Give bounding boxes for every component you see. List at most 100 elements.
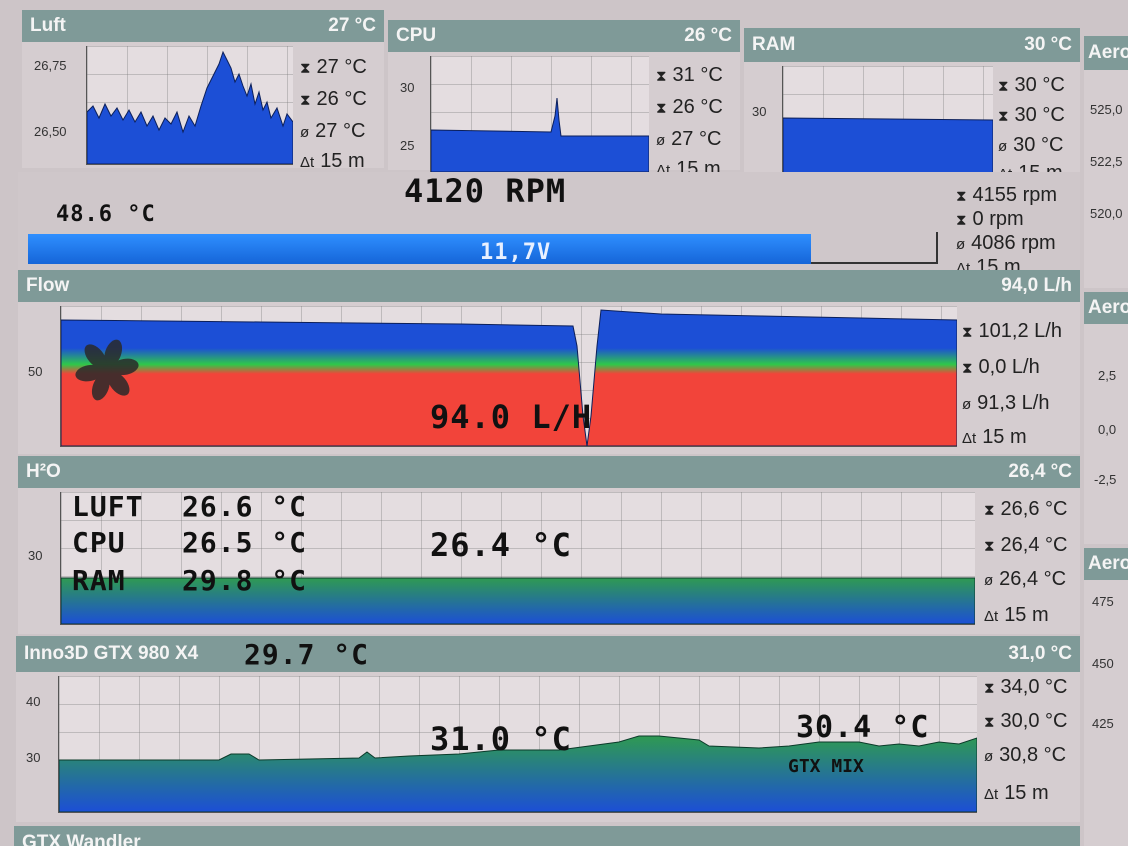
delta-time-icon: Δt [962, 430, 977, 447]
fan-rpm: 4120 RPM [404, 172, 567, 210]
luft-graph-area [87, 50, 293, 164]
cpu-tick-1: 25 [400, 138, 415, 153]
h2o-row-2-label: RAM [72, 564, 126, 597]
max-arrow-icon: ⧗ [984, 502, 995, 519]
fan-voltage-bar [28, 234, 811, 264]
ram-tick-0: 30 [752, 104, 767, 119]
cpu-stat-max: ⧗ 31 °C [656, 64, 723, 87]
ram-value: 30 °C [1024, 34, 1072, 55]
luft-value: 27 °C [328, 15, 376, 36]
fan-stat-min: ⧗ 0 rpm [956, 208, 1024, 231]
average-icon: ø [956, 236, 966, 253]
min-arrow-icon: ⧗ [656, 100, 667, 117]
ram-header: RAM 30 °C [744, 28, 1080, 62]
max-arrow-icon: ⧗ [956, 188, 967, 205]
flow-max: 101,2 L/h [978, 320, 1062, 342]
min-arrow-icon: ⧗ [984, 714, 995, 731]
luft-tick-1: 26,50 [34, 124, 67, 139]
luft-title: Luft [30, 15, 66, 36]
gpu-title-reading: 29.7 °C [244, 637, 370, 671]
luft-avg: 27 °C [315, 120, 366, 142]
aero3-tick-2: 425 [1092, 716, 1114, 731]
min-arrow-icon: ⧗ [300, 92, 311, 109]
luft-dt: 15 m [320, 150, 365, 172]
fan-stat-avg: ø 4086 rpm [956, 232, 1056, 255]
gpu-title: Inno3D GTX 980 X4 [24, 643, 199, 664]
flow-big-readout: 94.0 L/H [430, 398, 593, 436]
h2o-row-2: RAM 29.8 °C [72, 564, 307, 597]
ram-stat-max: ⧗ 30 °C [998, 74, 1065, 97]
flow-dt: 15 m [982, 426, 1027, 448]
flow-avg: 91,3 L/h [977, 392, 1050, 414]
aero3-panel [1084, 580, 1128, 846]
flow-stat-dt: Δt 15 m [962, 426, 1027, 449]
ram-max: 30 °C [1014, 74, 1065, 96]
h2o-row-0-label: LUFT [72, 490, 144, 523]
gpu-avg: 30,8 °C [999, 744, 1067, 766]
h2o-tick: 30 [28, 548, 43, 563]
fan-stat-max: ⧗ 4155 rpm [956, 184, 1057, 207]
max-arrow-icon: ⧗ [656, 68, 667, 85]
aero1-tick-2: 520,0 [1090, 206, 1123, 221]
delta-time-icon: Δt [300, 154, 315, 171]
h2o-row-1-label: CPU [72, 526, 126, 559]
ram-graph-area [783, 117, 993, 178]
gpu-mix-label: GTX MIX [788, 756, 864, 777]
max-arrow-icon: ⧗ [984, 680, 995, 697]
cpu-value: 26 °C [684, 25, 732, 46]
h2o-row-2-value: 29.8 °C [182, 564, 308, 597]
fan-voltage: 11,7V [480, 240, 552, 265]
h2o-title: H²O [26, 461, 61, 482]
h2o-max: 26,6 °C [1000, 498, 1068, 520]
min-arrow-icon: ⧗ [998, 108, 1009, 125]
gtx-wandler-title: GTX Wandler [22, 832, 141, 846]
h2o-min: 26,4 °C [1000, 534, 1068, 556]
aero1-tick-1: 522,5 [1090, 154, 1123, 169]
h2o-row-0: LUFT 26.6 °C [72, 490, 307, 523]
gpu-value: 31,0 °C [1008, 643, 1072, 664]
luft-stat-max: ⧗ 27 °C [300, 56, 367, 79]
gpu-stat-min: ⧗ 30,0 °C [984, 710, 1067, 733]
ram-avg: 30 °C [1013, 134, 1064, 156]
luft-min: 26 °C [316, 88, 367, 110]
h2o-dt: 15 m [1004, 604, 1049, 626]
average-icon: ø [300, 124, 310, 141]
gpu-stat-avg: ø 30,8 °C [984, 744, 1066, 767]
aero2-tick-2: -2,5 [1094, 472, 1117, 487]
luft-stat-min: ⧗ 26 °C [300, 88, 367, 111]
aero2-title: Aero [1088, 297, 1128, 318]
cpu-header: CPU 26 °C [388, 20, 740, 52]
aero2-tick-0: 2,5 [1098, 368, 1117, 383]
luft-stat-avg: ø 27 °C [300, 120, 365, 143]
gpu-tick-0: 40 [26, 694, 41, 709]
luft-stat-dt: Δt 15 m [300, 150, 365, 173]
luft-header: Luft 27 °C [22, 10, 384, 42]
cpu-title: CPU [396, 25, 437, 46]
min-arrow-icon: ⧗ [984, 538, 995, 555]
gpu-max: 34,0 °C [1000, 676, 1068, 698]
average-icon: ø [998, 138, 1008, 155]
aero1-tick-0: 525,0 [1090, 102, 1123, 117]
aero1-header: Aero [1084, 36, 1128, 70]
cpu-min: 26 °C [672, 96, 723, 118]
h2o-avg: 26,4 °C [999, 568, 1067, 590]
flow-stat-max: ⧗ 101,2 L/h [962, 320, 1062, 343]
aero3-tick-1: 450 [1092, 656, 1114, 671]
cpu-max: 31 °C [672, 64, 723, 86]
flow-title: Flow [26, 275, 70, 296]
aero3-tick-0: 475 [1092, 594, 1114, 609]
delta-time-icon: Δt [984, 608, 999, 625]
max-arrow-icon: ⧗ [998, 78, 1009, 95]
min-arrow-icon: ⧗ [956, 212, 967, 229]
average-icon: ø [962, 396, 972, 413]
h2o-row-0-value: 26.6 °C [182, 490, 308, 523]
luft-max: 27 °C [316, 56, 367, 78]
delta-time-icon: Δt [984, 786, 999, 803]
gpu-dt: 15 m [1004, 782, 1049, 804]
aero2-header: Aero [1084, 292, 1128, 324]
luft-tick-0: 26,75 [34, 58, 67, 73]
flow-header: Flow 94,0 L/h [18, 270, 1080, 302]
cpu-tick-0: 30 [400, 80, 415, 95]
average-icon: ø [984, 572, 994, 589]
fan-temp: 48.6 °C [56, 202, 156, 227]
